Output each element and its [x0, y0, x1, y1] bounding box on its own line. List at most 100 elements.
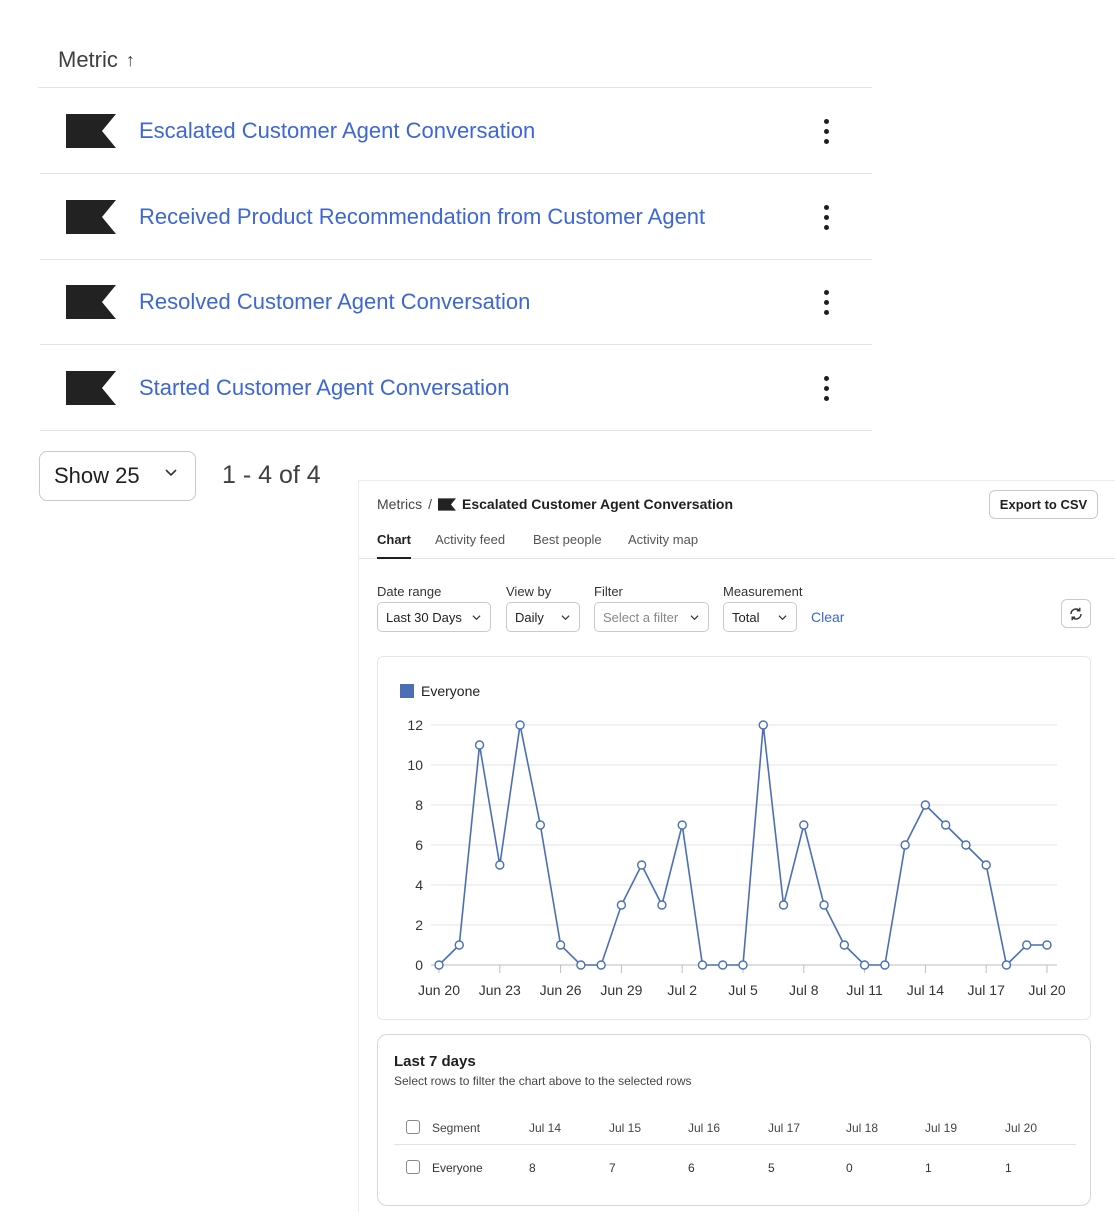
- chevron-down-icon: [778, 615, 787, 621]
- data-point[interactable]: [1022, 940, 1032, 950]
- metric-column-label: Metric: [58, 47, 118, 72]
- filter-placeholder: Select a filter: [603, 609, 679, 625]
- clear-filters-link[interactable]: Clear: [811, 609, 844, 625]
- metric-link[interactable]: Escalated Customer Agent Conversation: [139, 118, 535, 144]
- export-csv-button[interactable]: Export to CSV: [989, 490, 1098, 519]
- page-size-select[interactable]: Show 25: [39, 451, 196, 501]
- y-tick-label: 2: [415, 917, 423, 933]
- table-cell: 6: [688, 1161, 695, 1175]
- data-point[interactable]: [434, 960, 444, 970]
- x-tick-label: Jul 8: [789, 982, 819, 998]
- select-all-checkbox[interactable]: [406, 1120, 420, 1134]
- more-options-icon[interactable]: [812, 114, 840, 148]
- data-point[interactable]: [576, 960, 586, 970]
- data-point[interactable]: [718, 960, 728, 970]
- metric-column-header[interactable]: Metric ↑: [58, 47, 135, 73]
- more-options-icon[interactable]: [812, 371, 840, 405]
- breadcrumb-metrics-link[interactable]: Metrics: [377, 496, 422, 512]
- view-by-select[interactable]: Daily: [506, 602, 580, 632]
- table-row[interactable]: Everyone 8 7 6 5 0 1 1: [394, 1157, 1076, 1185]
- more-options-icon[interactable]: [812, 285, 840, 319]
- data-point[interactable]: [859, 960, 870, 970]
- data-point[interactable]: [981, 860, 991, 870]
- tab-activity-feed[interactable]: Activity feed: [435, 532, 505, 559]
- measurement-value: Total: [732, 609, 760, 625]
- table-cell: 5: [768, 1161, 775, 1175]
- data-point[interactable]: [636, 860, 647, 870]
- flag-icon: [66, 285, 116, 319]
- column-header: Jul 15: [609, 1121, 642, 1135]
- data-point[interactable]: [758, 720, 768, 730]
- x-tick-label: Jul 14: [907, 982, 945, 998]
- data-point[interactable]: [880, 960, 890, 970]
- metric-list-header: Metric ↑: [38, 38, 872, 88]
- arrow-up-icon: ↑: [125, 49, 135, 70]
- line-chart: Everyone 0 2 4 6 8 10 12 Jun 20 Jun 23 Jun 26 Jun…: [400, 683, 1066, 998]
- y-tick-label: 0: [415, 957, 423, 973]
- flag-icon: [66, 114, 116, 148]
- x-tick-label: Jul 20: [1028, 982, 1066, 998]
- data-point[interactable]: [657, 900, 667, 910]
- x-tick-label: Jul 5: [728, 982, 758, 998]
- y-tick-label: 4: [415, 877, 423, 893]
- table-cell: 1: [925, 1161, 932, 1175]
- data-point[interactable]: [515, 720, 525, 730]
- row-checkbox[interactable]: [406, 1160, 420, 1174]
- data-point[interactable]: [920, 800, 931, 810]
- flag-icon: [66, 371, 116, 405]
- view-by-value: Daily: [515, 609, 544, 625]
- tab-activity-map[interactable]: Activity map: [628, 532, 698, 559]
- y-tick-label: 12: [407, 717, 423, 733]
- y-tick-label: 10: [407, 757, 423, 773]
- tab-best-people[interactable]: Best people: [533, 532, 602, 559]
- x-tick-label: Jul 11: [846, 982, 883, 998]
- data-point[interactable]: [738, 960, 748, 970]
- metric-link[interactable]: Started Customer Agent Conversation: [139, 375, 510, 401]
- column-header: Jul 19: [925, 1121, 958, 1135]
- tab-chart[interactable]: Chart: [377, 532, 411, 559]
- data-point[interactable]: [940, 820, 951, 830]
- refresh-button[interactable]: [1061, 599, 1091, 628]
- metric-row: Started Customer Agent Conversation: [40, 345, 872, 431]
- legend-label[interactable]: Everyone: [421, 683, 480, 699]
- data-point[interactable]: [697, 960, 708, 970]
- data-point[interactable]: [495, 860, 505, 870]
- data-point[interactable]: [616, 900, 627, 910]
- data-point[interactable]: [1001, 960, 1012, 970]
- data-point[interactable]: [900, 840, 910, 850]
- pagination-range: 1 - 4 of 4: [222, 461, 321, 489]
- page-title: Escalated Customer Agent Conversation: [462, 496, 734, 512]
- last-7-days-card: Last 7 days Select rows to filter the ch…: [377, 1034, 1091, 1206]
- date-range-select[interactable]: Last 30 Days: [377, 602, 491, 632]
- metric-link[interactable]: Received Product Recommendation from Cus…: [139, 204, 705, 230]
- data-point[interactable]: [535, 820, 546, 830]
- y-tick-label: 6: [415, 837, 423, 853]
- more-options-icon[interactable]: [812, 200, 840, 234]
- table-subtitle: Select rows to filter the chart above to…: [394, 1074, 692, 1088]
- date-range-value: Last 30 Days: [386, 609, 462, 625]
- x-tick-label: Jun 23: [479, 982, 521, 998]
- data-point[interactable]: [778, 900, 789, 910]
- column-header: Jul 14: [529, 1121, 562, 1135]
- data-point[interactable]: [819, 900, 829, 910]
- data-point[interactable]: [596, 960, 606, 970]
- data-point[interactable]: [839, 940, 850, 950]
- data-point[interactable]: [555, 940, 566, 950]
- table-title: Last 7 days: [394, 1053, 476, 1070]
- metric-row: Received Product Recommendation from Cus…: [40, 174, 872, 260]
- segment-name: Everyone: [432, 1161, 483, 1175]
- metric-row: Escalated Customer Agent Conversation: [40, 88, 872, 174]
- data-point[interactable]: [1042, 940, 1052, 950]
- metric-detail-panel: Metrics / Escalated Customer Agent Conve…: [358, 480, 1115, 1212]
- breadcrumb-separator: /: [428, 496, 433, 512]
- measurement-select[interactable]: Total: [723, 602, 797, 632]
- data-point[interactable]: [474, 740, 485, 750]
- x-tick-label: Jun 29: [600, 982, 642, 998]
- data-point[interactable]: [454, 940, 464, 950]
- filter-select[interactable]: Select a filter: [594, 602, 709, 632]
- data-point[interactable]: [961, 840, 971, 850]
- data-point[interactable]: [677, 820, 687, 830]
- table-cell: 7: [609, 1161, 616, 1175]
- metric-link[interactable]: Resolved Customer Agent Conversation: [139, 289, 530, 315]
- data-point[interactable]: [799, 820, 809, 830]
